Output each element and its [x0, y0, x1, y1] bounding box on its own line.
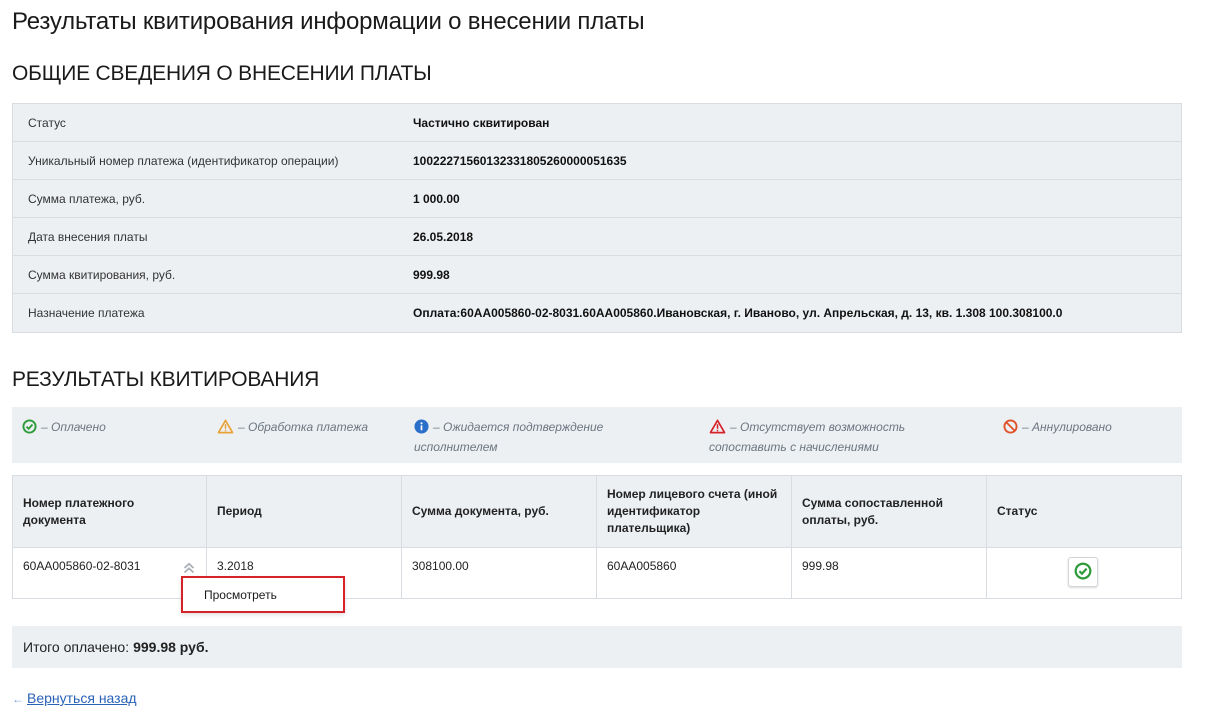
column-header: Статус — [997, 504, 1038, 518]
legend-item-processing: – Обработка платежа — [217, 419, 368, 439]
column-header: Сумма сопоставленной оплаты, руб. — [792, 476, 987, 547]
row-context-menu-view[interactable]: Просмотреть — [181, 576, 345, 613]
info-label: Уникальный номер платежа (идентификатор … — [28, 153, 339, 168]
total-paid-bar: Итого оплачено: 999.98 руб. — [12, 626, 1182, 668]
info-value: 999.98 — [413, 267, 450, 282]
info-value: Частично сквитирован — [413, 115, 550, 130]
legend-text: – Аннулировано — [1022, 420, 1112, 434]
view-menu-item[interactable]: Просмотреть — [204, 588, 277, 602]
doc-number: 60АА005860-02-8031 — [23, 559, 141, 573]
legend-text: – Оплачено — [41, 420, 106, 434]
info-row-purpose: Назначение платежа Оплата:60АА005860-02-… — [13, 294, 1181, 332]
info-row-payment-id: Уникальный номер платежа (идентификатор … — [13, 142, 1181, 180]
info-label: Назначение платежа — [28, 306, 145, 320]
account-cell: 60АА005860 — [597, 548, 792, 598]
warning-triangle-red-icon — [709, 419, 726, 439]
status-legend: – Оплачено – Обработка платежа – Ожидает… — [12, 407, 1182, 463]
general-info-section-title: ОБЩИЕ СВЕДЕНИЯ О ВНЕСЕНИИ ПЛАТЫ — [12, 62, 432, 85]
back-link[interactable]: ← Вернуться назад — [12, 690, 137, 706]
page-title: Результаты квитирования информации о вне… — [12, 8, 645, 35]
legend-text: – Отсутствует возможность сопоставить с … — [709, 420, 906, 454]
info-row-status: Статус Частично сквитирован — [13, 104, 1181, 142]
info-value: 10022271560132331805260000051635 — [413, 153, 627, 168]
warning-triangle-icon — [217, 419, 234, 439]
cancel-circle-icon — [1003, 419, 1018, 439]
legend-item-paid: – Оплачено — [22, 419, 106, 439]
info-row-payment-sum: Сумма платежа, руб. 1 000.00 — [13, 180, 1181, 218]
status-button[interactable] — [1068, 557, 1098, 587]
check-circle-icon — [1074, 562, 1092, 583]
legend-item-cancelled: – Аннулировано — [1003, 419, 1112, 439]
legend-item-no-match: – Отсутствует возможность сопоставить с … — [709, 419, 969, 456]
check-circle-icon — [22, 419, 37, 439]
matched-sum-cell: 999.98 — [792, 548, 987, 598]
status-cell — [987, 548, 1181, 598]
total-label: Итого оплачено: — [23, 639, 130, 655]
info-value: 26.05.2018 — [413, 229, 474, 244]
table-header: Номер платежного документа Период Сумма … — [13, 476, 1181, 548]
info-value: Оплата:60АА005860-02-8031.60АА005860.Ива… — [413, 306, 1063, 320]
legend-text: – Ожидается подтверждение исполнителем — [414, 420, 604, 454]
info-label: Дата внесения платы — [28, 229, 148, 244]
column-header: Сумма документа, руб. — [402, 476, 597, 547]
info-label: Сумма платежа, руб. — [28, 191, 146, 206]
info-circle-icon — [414, 419, 429, 439]
legend-text: – Обработка платежа — [238, 420, 369, 434]
general-info-table: Статус Частично сквитирован Уникальный н… — [12, 103, 1182, 333]
info-label: Сумма квитирования, руб. — [28, 267, 176, 282]
column-header: Номер платежного документа — [13, 476, 207, 547]
arrow-left-icon: ← — [12, 692, 24, 706]
chevron-up-icon[interactable] — [182, 561, 196, 575]
legend-item-awaiting: – Ожидается подтверждение исполнителем — [414, 419, 684, 456]
results-section-title: РЕЗУЛЬТАТЫ КВИТИРОВАНИЯ — [12, 368, 320, 391]
doc-number-cell: 60АА005860-02-8031 — [13, 548, 207, 598]
info-value: 1 000.00 — [413, 191, 460, 206]
back-link-label[interactable]: Вернуться назад — [27, 690, 137, 706]
column-header: Период — [207, 476, 402, 547]
info-label: Статус — [28, 115, 66, 130]
doc-sum-cell: 308100.00 — [402, 548, 597, 598]
info-row-match-sum: Сумма квитирования, руб. 999.98 — [13, 256, 1181, 294]
total-value: 999.98 руб. — [133, 639, 209, 655]
info-row-payment-date: Дата внесения платы 26.05.2018 — [13, 218, 1181, 256]
column-header: Номер лицевого счета (иной идентификатор… — [597, 476, 792, 547]
